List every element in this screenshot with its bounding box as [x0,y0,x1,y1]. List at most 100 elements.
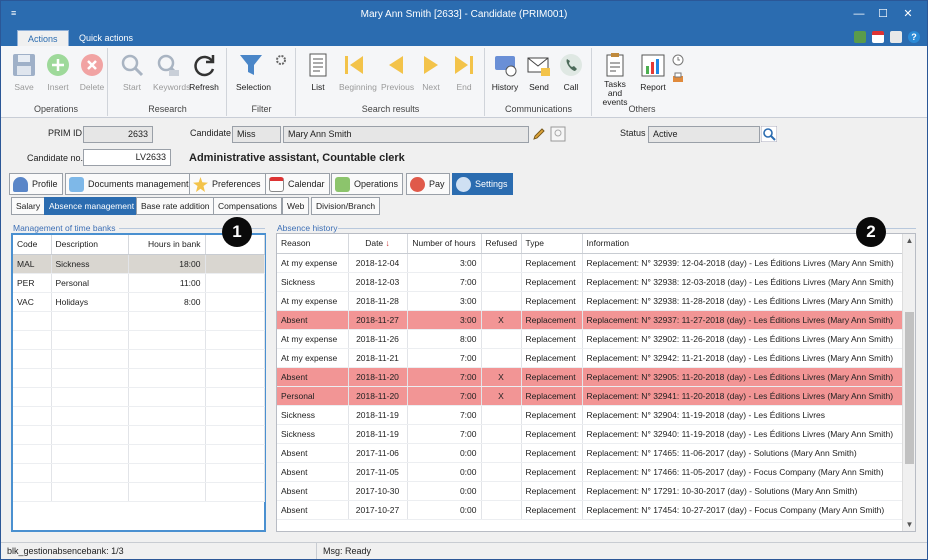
next-icon [424,56,438,74]
time-bank-row[interactable]: MAL Sickness 18:00 [13,254,265,274]
id-card-icon[interactable] [550,126,566,142]
absence-row[interactable]: At my expense 2018-11-26 8:00 Replacement Re… [277,329,903,349]
time-bank-row[interactable]: PER Personal 11:00 [13,273,265,293]
tab-documents-management[interactable]: Documents management [65,173,194,195]
prim-id-field[interactable]: 2633 [83,126,153,143]
empty-cell [128,425,206,445]
candidate-title-field[interactable]: Miss [232,126,281,143]
absence-row[interactable]: Absent 2017-10-30 0:00 Replacement Replaceme… [277,481,903,501]
subtab-compensations[interactable]: Compensations [213,197,283,215]
absence-row[interactable]: Absent 2017-11-05 0:00 Replacement Replaceme… [277,462,903,482]
delete-button[interactable]: Delete [77,52,107,92]
column-header-code[interactable]: Code [13,235,52,255]
close-button[interactable]: ✕ [899,6,917,22]
absence-row[interactable]: Absent 2017-10-27 0:00 Replacement Replaceme… [277,500,903,520]
tasks-events-button[interactable]: Tasks and events [598,52,632,107]
calculator-icon[interactable] [854,31,866,43]
calendar-icon[interactable] [872,31,884,43]
absence-row[interactable]: Absent 2017-11-06 0:00 Replacement Replaceme… [277,443,903,463]
subtab-base-rate-addition[interactable]: Base rate addition [136,197,215,215]
call-button[interactable]: Call [556,52,586,92]
time-bank-cell-hours: 8:00 [128,292,206,312]
column-header-hours-in-bank[interactable]: Hours in bank [128,235,206,255]
print-icon[interactable] [672,72,684,84]
tab-operations[interactable]: Operations [331,173,404,195]
empty-row [13,482,265,502]
delete-label: Delete [79,82,105,92]
previous-button[interactable]: Previous [381,52,414,92]
tab-preferences[interactable]: Preferences [189,173,266,195]
empty-cell [13,444,52,464]
tab-settings[interactable]: Settings [452,173,513,195]
absence-cell-reason: Absent [277,500,349,520]
refresh-button[interactable]: Refresh [189,52,219,92]
ribbon: Save Insert Delete Operations Start Keyw… [1,46,927,118]
absence-row[interactable]: Sickness 2018-12-03 7:00 Replacement Replace… [277,272,903,292]
absence-row[interactable]: Sickness 2018-11-19 7:00 Replacement Replace… [277,405,903,425]
absence-row[interactable]: At my expense 2018-11-21 7:00 Replacement Re… [277,348,903,368]
status-field[interactable]: Active [648,126,760,143]
empty-cell [128,349,206,369]
lock-icon[interactable] [890,31,902,43]
candidate-name-field[interactable]: Mary Ann Smith [283,126,529,143]
tab-pay[interactable]: Pay [406,173,450,195]
filter-icon [240,55,262,75]
gear-icon[interactable] [275,54,287,66]
subtab-division-branch[interactable]: Division/Branch [311,197,381,215]
subtab-salary[interactable]: Salary [11,197,46,215]
column-header-refused[interactable]: Refused [481,234,522,254]
column-header-date[interactable]: Date ↓ [348,234,408,254]
minimize-button[interactable]: — [850,6,868,22]
subtab-absence-management[interactable]: Absence management [44,197,140,215]
maximize-button[interactable]: ☐ [874,6,892,22]
list-button[interactable]: List [303,52,333,92]
absence-row[interactable]: Sickness 2018-11-19 7:00 Replacement Replace… [277,424,903,444]
column-header-description[interactable]: Description [51,235,129,255]
absence-row[interactable]: Personal 2018-11-20 7:00 X Replacement Replac… [277,386,903,406]
start-button[interactable]: Start [117,52,147,92]
keywords-button[interactable]: Keywords [153,52,191,92]
scrollbar-thumb[interactable] [905,312,914,464]
absence-row[interactable]: Absent 2018-11-27 3:00 X Replacement Replacem… [277,310,903,330]
absence-cell-type: Replacement [521,329,583,349]
column-header-type[interactable]: Type [521,234,583,254]
selection-button[interactable]: Selection [236,52,271,92]
absence-cell-information: Replacement: N° 17291: 10-30-2017 (day) … [582,481,903,501]
vertical-scrollbar[interactable]: ▲ ▼ [902,234,915,531]
pencil-icon[interactable] [532,127,546,141]
empty-cell [205,311,265,331]
absence-row[interactable]: At my expense 2018-11-28 3:00 Replacement Re… [277,291,903,311]
clock-icon[interactable] [672,54,684,66]
insert-button[interactable]: Insert [43,52,73,92]
time-bank-row[interactable]: VAC Holidays 8:00 [13,292,265,312]
end-button[interactable]: End [449,52,479,92]
empty-row [13,368,265,388]
column-header-information[interactable]: Information [582,234,903,254]
clipboard-icon [606,53,624,77]
scroll-down-icon[interactable]: ▼ [903,520,916,529]
save-button[interactable]: Save [9,52,39,92]
scroll-up-icon[interactable]: ▲ [903,236,916,245]
send-button[interactable]: Send [524,52,554,92]
candidate-no-field[interactable]: LV2633 [83,149,171,166]
group-label-communications: Communications [504,104,573,114]
keywords-label: Keywords [153,82,191,92]
column-header-number-of-hours[interactable]: Number of hours [407,234,482,254]
search-icon[interactable] [761,126,777,142]
tab-calendar[interactable]: Calendar [265,173,330,195]
selection-label: Selection [236,82,271,92]
beginning-button[interactable]: Beginning [339,52,377,92]
ribbon-tab-quick-actions[interactable]: Quick actions [69,30,143,46]
absence-cell-hours: 7:00 [407,272,482,292]
ribbon-tab-actions[interactable]: Actions [17,30,69,46]
absence-cell-reason: At my expense [277,291,349,311]
next-button[interactable]: Next [416,52,446,92]
column-header-reason[interactable]: Reason [277,234,349,254]
absence-row[interactable]: Absent 2018-11-20 7:00 X Replacement Replacem… [277,367,903,387]
history-button[interactable]: History [490,52,520,92]
absence-row[interactable]: At my expense 2018-12-04 3:00 Replacement Re… [277,253,903,273]
tab-profile[interactable]: Profile [9,173,63,195]
help-icon[interactable]: ? [908,31,920,43]
report-button[interactable]: Report [638,52,668,92]
subtab-web[interactable]: Web [282,197,310,215]
